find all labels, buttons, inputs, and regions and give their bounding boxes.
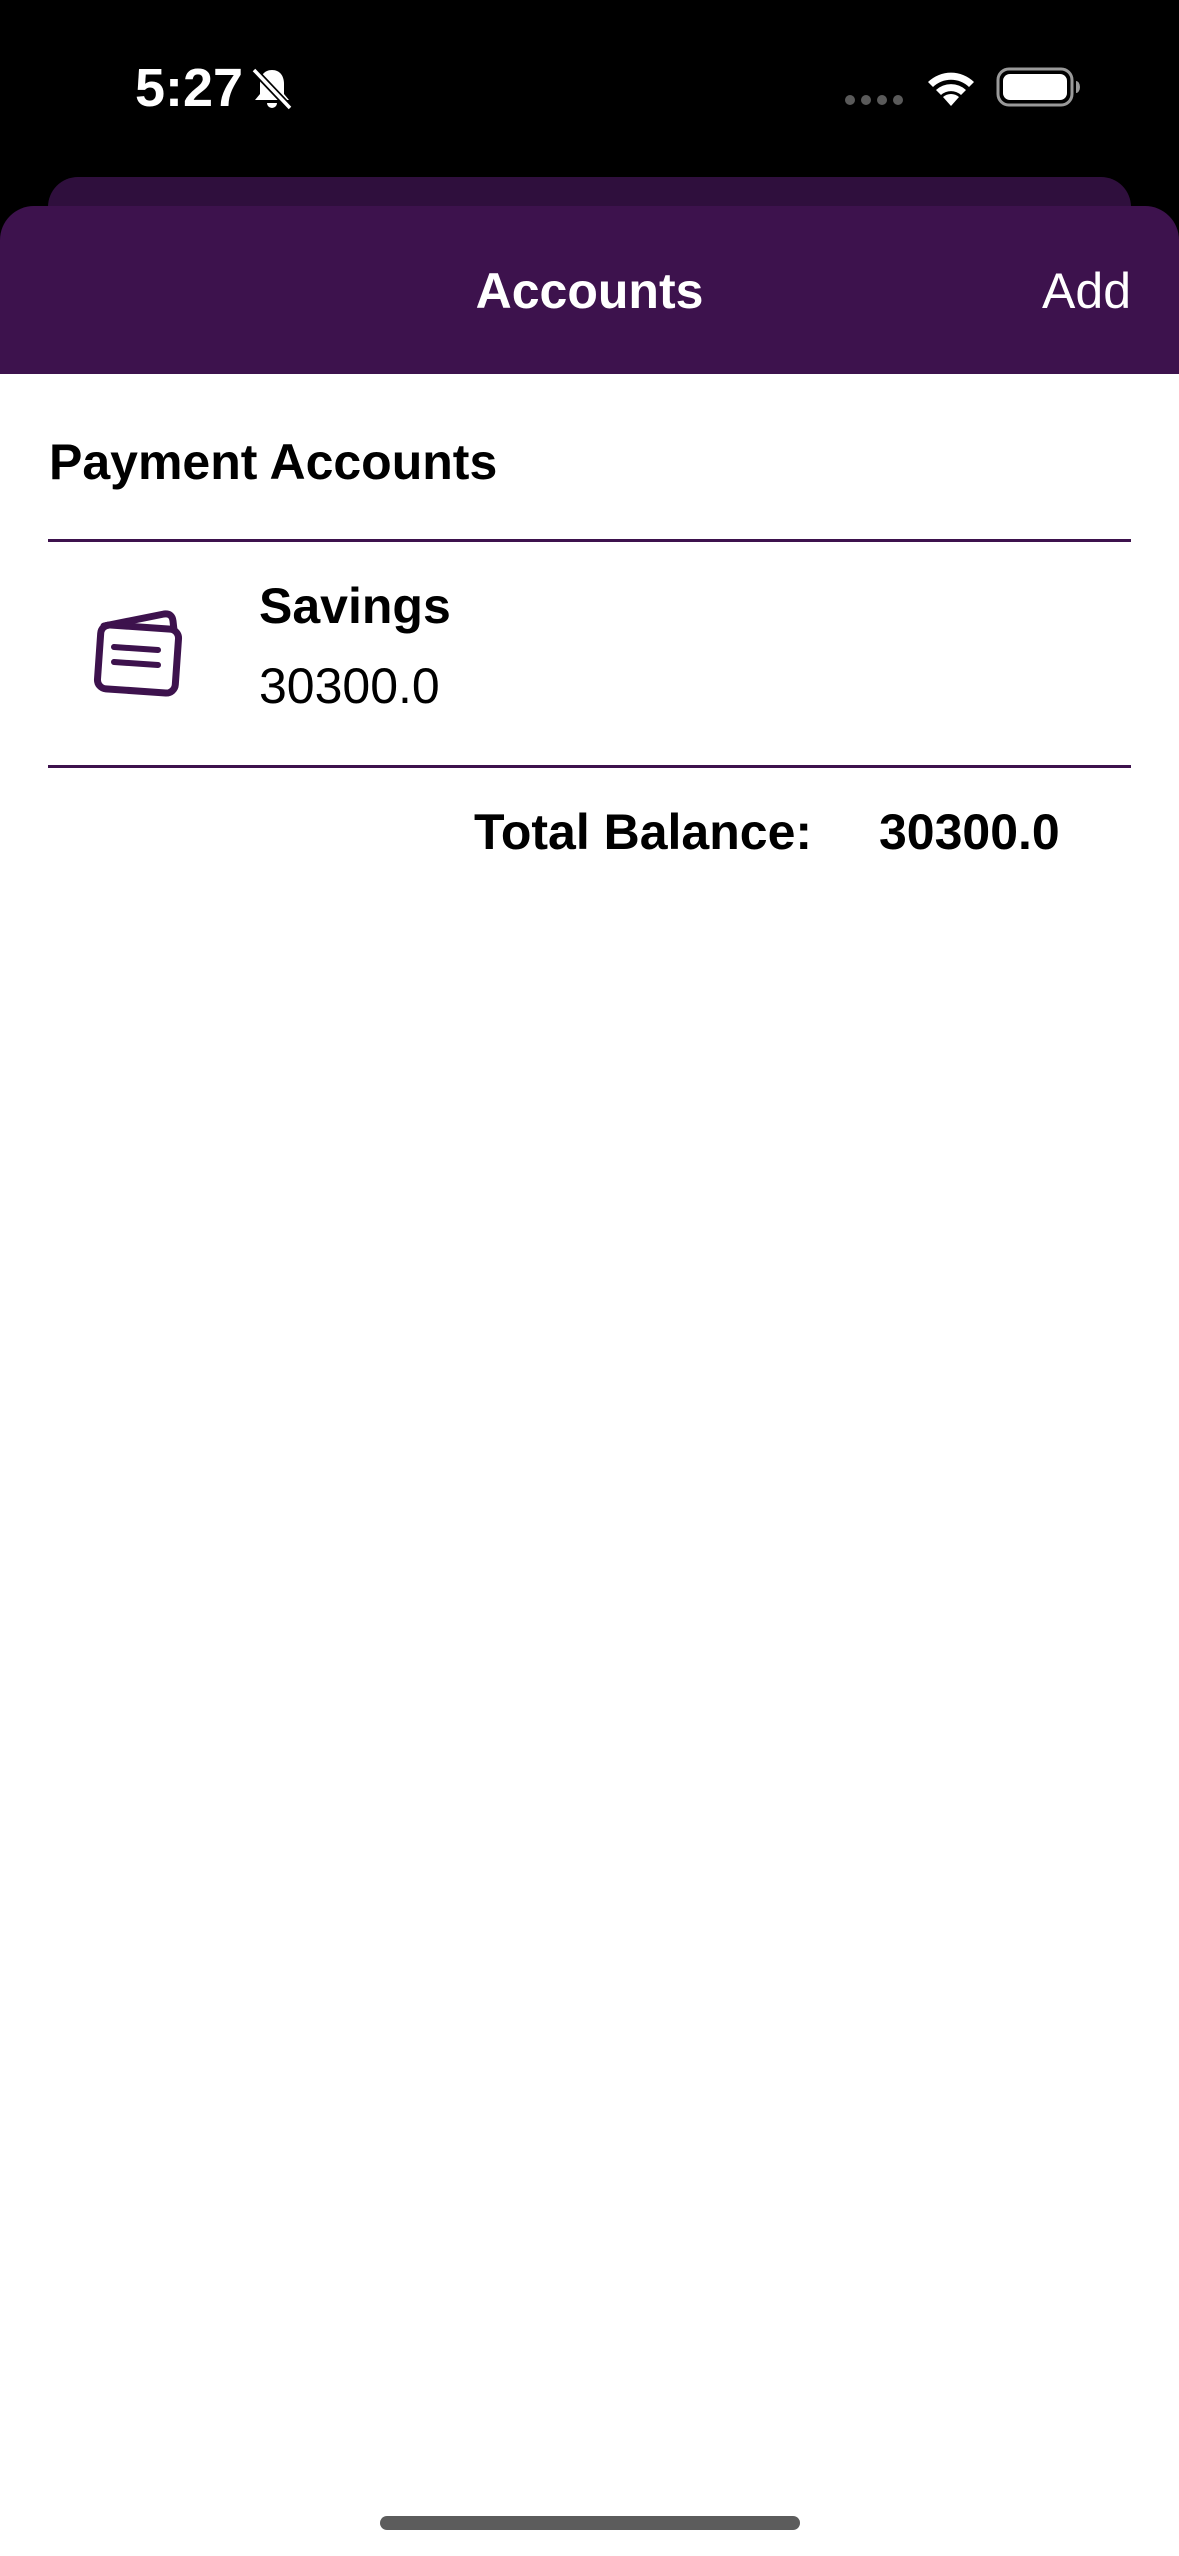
divider <box>48 765 1131 768</box>
account-row[interactable]: Savings 30300.0 <box>48 542 1131 765</box>
account-balance: 30300.0 <box>259 658 440 714</box>
signal-icon <box>845 95 903 105</box>
total-balance-label: Total Balance: <box>474 804 813 860</box>
add-account-button[interactable]: Add <box>1042 261 1131 321</box>
accounts-content: Payment Accounts Savings 30300.0 Total B… <box>0 374 1179 2556</box>
section-title: Payment Accounts <box>49 434 498 490</box>
status-time: 5:27 <box>135 58 244 118</box>
page-title: Accounts <box>475 263 704 319</box>
total-balance-value: 30300.0 <box>879 804 1060 860</box>
wallet-icon <box>93 610 183 697</box>
home-indicator[interactable] <box>380 2516 800 2530</box>
bell-slash-icon <box>251 67 293 111</box>
wifi-icon <box>928 72 974 106</box>
battery-icon <box>996 67 1080 107</box>
status-bar: 5:27 <box>0 0 1179 175</box>
navigation-bar: Accounts Add <box>0 206 1179 374</box>
account-name: Savings <box>259 578 451 634</box>
